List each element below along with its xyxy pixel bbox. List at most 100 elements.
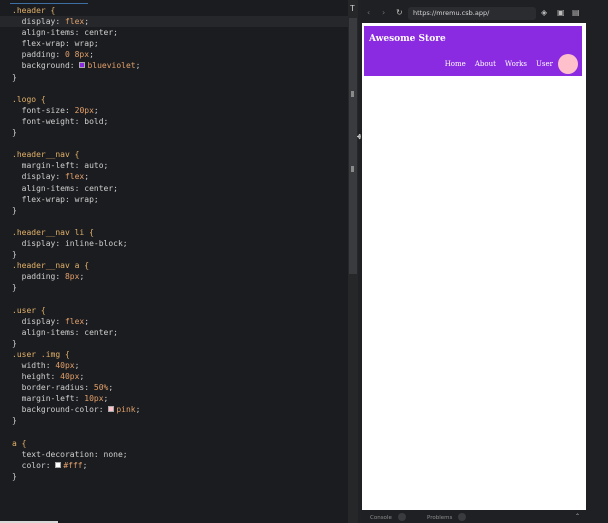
code-line[interactable] bbox=[12, 427, 348, 438]
code-token: align-items: center; bbox=[12, 183, 118, 193]
code-line[interactable]: background-color: pink; bbox=[12, 404, 348, 415]
code-line[interactable]: padding: 8px; bbox=[12, 271, 348, 282]
code-token: } bbox=[12, 338, 17, 348]
code-line[interactable]: height: 40px; bbox=[12, 371, 348, 382]
problems-tab[interactable]: Problems bbox=[427, 513, 467, 521]
code-line[interactable] bbox=[12, 216, 348, 227]
console-count-badge bbox=[397, 513, 406, 521]
code-line[interactable]: display: flex; bbox=[12, 171, 348, 182]
editor-scrollbar-thumb[interactable] bbox=[349, 18, 357, 274]
code-token: } bbox=[12, 128, 17, 138]
code-token: .user .img { bbox=[12, 349, 70, 359]
code-line[interactable]: .user .img { bbox=[12, 349, 348, 360]
code-line[interactable]: display: flex; bbox=[0, 16, 348, 28]
code-line[interactable]: flex-wrap: wrap; bbox=[12, 194, 348, 205]
devtools-bar: Console Problems ⌃ bbox=[361, 510, 608, 523]
code-token: .header__nav li { bbox=[12, 227, 94, 237]
code-token: border-radius: bbox=[12, 383, 94, 393]
code-line[interactable]: } bbox=[12, 127, 348, 138]
browser-gutter bbox=[587, 23, 608, 510]
code-line[interactable]: align-items: center; bbox=[12, 183, 348, 194]
code-token: ; bbox=[79, 372, 85, 382]
code-line[interactable]: padding: 0 8px; bbox=[12, 49, 348, 60]
console-tab[interactable]: Console bbox=[370, 513, 406, 521]
code-token: width: bbox=[12, 361, 56, 370]
code-line[interactable] bbox=[12, 83, 348, 94]
code-line[interactable]: border-radius: 50%; bbox=[12, 382, 348, 393]
code-line[interactable]: text-decoration: none; bbox=[12, 449, 348, 460]
open-external-icon[interactable]: ◈ bbox=[541, 9, 549, 17]
code-line[interactable]: color: #fff; bbox=[12, 460, 348, 471]
code-token: padding: bbox=[12, 272, 65, 282]
preview-viewport: Awesome Store Home About Works User bbox=[362, 23, 586, 510]
code-token: ; bbox=[135, 61, 141, 71]
code-line[interactable]: .header__nav li { bbox=[12, 227, 348, 238]
code-token: flex-wrap: wrap; bbox=[12, 194, 99, 204]
code-line[interactable]: margin-left: auto; bbox=[12, 160, 348, 171]
nav-link-about[interactable]: About bbox=[475, 60, 496, 68]
code-token: a { bbox=[12, 438, 27, 448]
code-token: flex-wrap: wrap; bbox=[12, 39, 99, 49]
code-line[interactable]: width: 40px; bbox=[12, 360, 348, 371]
code-token: align-items: center; bbox=[12, 28, 118, 38]
split-icon[interactable]: ▣ bbox=[557, 9, 565, 17]
code-line[interactable]: display: inline-block; bbox=[12, 238, 348, 249]
code-token: display: inline-block; bbox=[12, 238, 128, 248]
code-line[interactable]: a { bbox=[12, 438, 348, 449]
code-line[interactable]: .header { bbox=[12, 5, 348, 16]
code-token: .header__nav a { bbox=[12, 261, 90, 271]
code-line[interactable]: font-size: 20px; bbox=[12, 105, 348, 116]
code-token: ; bbox=[103, 394, 109, 404]
code-line[interactable]: .header__nav a { bbox=[12, 260, 348, 271]
scroll-marker bbox=[351, 166, 354, 172]
code-token: } bbox=[12, 205, 17, 215]
code-token: #fff bbox=[63, 460, 83, 470]
chevron-up-icon[interactable]: ⌃ bbox=[575, 513, 580, 520]
url-input[interactable]: https://mremu.csb.app/ bbox=[408, 7, 536, 20]
nav-link-works[interactable]: Works bbox=[505, 60, 527, 68]
color-swatch-icon[interactable] bbox=[55, 461, 62, 468]
code-line[interactable]: .user { bbox=[12, 305, 348, 316]
site-logo[interactable]: Awesome Store bbox=[369, 34, 446, 44]
forward-icon[interactable]: › bbox=[382, 8, 385, 17]
code-line[interactable] bbox=[12, 293, 348, 304]
code-line[interactable]: display: flex; bbox=[12, 316, 348, 327]
code-line[interactable]: } bbox=[12, 205, 348, 216]
code-line[interactable]: font-weight: bold; bbox=[12, 116, 348, 127]
code-line[interactable] bbox=[12, 138, 348, 149]
code-line[interactable]: flex-wrap: wrap; bbox=[12, 38, 348, 49]
code-line[interactable]: background: blueviolet; bbox=[12, 60, 348, 71]
code-line[interactable]: .header__nav { bbox=[12, 149, 348, 160]
header-nav: Home About Works User bbox=[436, 54, 578, 74]
code-token: flex bbox=[64, 17, 85, 27]
code-line[interactable]: } bbox=[12, 415, 348, 426]
scroll-marker bbox=[351, 91, 354, 97]
code-line[interactable]: } bbox=[12, 338, 348, 349]
code-line[interactable]: align-items: center; bbox=[12, 27, 348, 38]
color-swatch-icon[interactable] bbox=[79, 62, 86, 69]
code-token: margin-left: bbox=[12, 394, 85, 404]
code-line[interactable]: align-items: center; bbox=[12, 327, 348, 338]
code-token: 50% bbox=[93, 383, 109, 393]
code-line[interactable]: .logo { bbox=[12, 94, 348, 105]
nav-link-home[interactable]: Home bbox=[445, 60, 466, 68]
code-line[interactable]: } bbox=[12, 282, 348, 293]
user-menu[interactable]: User bbox=[536, 54, 578, 74]
code-editor[interactable]: .header { display: flex; align-items: ce… bbox=[0, 0, 348, 523]
back-icon[interactable]: ‹ bbox=[367, 8, 370, 17]
code-token: font-weight: bold; bbox=[12, 116, 109, 126]
code-line[interactable]: margin-left: 10px; bbox=[12, 393, 348, 404]
color-swatch-icon[interactable] bbox=[108, 406, 115, 413]
code-token: height: bbox=[12, 372, 61, 382]
code-token: .header { bbox=[12, 6, 56, 15]
code-token: .header__nav { bbox=[12, 150, 80, 160]
new-window-icon[interactable]: ▤ bbox=[572, 9, 580, 17]
code-line[interactable]: } bbox=[12, 72, 348, 83]
code-line[interactable]: } bbox=[12, 249, 348, 260]
code-line[interactable]: } bbox=[12, 471, 348, 482]
preview-browser: ‹ › ↻ https://mremu.csb.app/ ◈ ▣ ▤ Aweso… bbox=[361, 0, 608, 523]
reload-icon[interactable]: ↻ bbox=[396, 8, 403, 17]
css-code[interactable]: .header { display: flex; align-items: ce… bbox=[0, 5, 348, 482]
avatar[interactable] bbox=[558, 54, 578, 74]
code-token: } bbox=[12, 250, 17, 260]
